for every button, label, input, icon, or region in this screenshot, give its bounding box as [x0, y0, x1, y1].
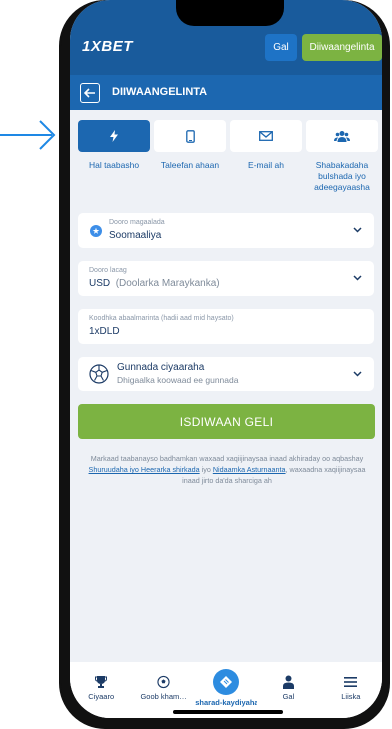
country-select[interactable]: Dooro magaalada Soomaaliya: [78, 213, 374, 248]
phone-mockup: 1XBET Gal Diiwaangelinta DIIWAANGELINTA: [59, 0, 392, 729]
back-button[interactable]: [80, 83, 100, 103]
promo-code-input[interactable]: 1xDLD: [89, 326, 120, 337]
privacy-link[interactable]: Nidaamka Asturnaanta: [213, 465, 286, 474]
terms-link[interactable]: Shuruudaha iyo Heerarka shirkada: [89, 465, 200, 474]
register-button[interactable]: Diiwaangelinta: [302, 34, 382, 61]
people-icon: [334, 131, 350, 142]
phone-notch: [176, 0, 284, 26]
currency-label: Dooro lacag: [89, 267, 127, 274]
tab-one-click[interactable]: [78, 120, 150, 152]
nav-sports[interactable]: Ciyaaro: [70, 662, 132, 718]
country-value: Soomaaliya: [109, 230, 162, 241]
phone-screen: 1XBET Gal Diiwaangelinta DIIWAANGELINTA: [70, 0, 382, 718]
phone-icon: [185, 129, 195, 143]
globe-flag-icon: [90, 225, 102, 237]
currency-name: (Doolarka Maraykanka): [115, 278, 220, 289]
tab-phone[interactable]: [154, 120, 226, 152]
trophy-icon: [95, 676, 108, 688]
login-button[interactable]: Gal: [265, 34, 297, 61]
register-submit-button[interactable]: ISDIWAAN GELI: [78, 404, 375, 439]
home-indicator: [173, 710, 283, 714]
pointer-arrow-icon: [0, 120, 56, 150]
envelope-icon: [259, 131, 273, 141]
bonus-title: Gunnada ciyaaraha: [117, 362, 205, 373]
terms-text: Markaad taabanayso badhamkan waxaad xaqi…: [88, 454, 366, 485]
promo-code-label: Koodhka abaalmarinta (hadii aad mid hays…: [89, 315, 234, 322]
currency-code: USD: [89, 278, 111, 289]
registration-method-tabs: [78, 120, 378, 152]
currency-select[interactable]: Dooro lacag USD (Doolarka Maraykanka): [78, 261, 374, 296]
ticket-icon: [220, 676, 233, 688]
country-label: Dooro magaalada: [109, 219, 165, 226]
currency-value: USD (Doolarka Maraykanka): [89, 278, 220, 289]
menu-icon: [344, 677, 358, 687]
user-icon: [282, 675, 294, 689]
tab-label-social[interactable]: Shabakadaha bulshada iyo adeegayaasha: [306, 160, 378, 193]
promo-code-field[interactable]: Koodhka abaalmarinta (hadii aad mid hays…: [78, 309, 374, 344]
tab-label-email[interactable]: E-mail ah: [230, 160, 302, 193]
chevron-down-icon: [353, 227, 362, 233]
tab-labels: Hal taabasho Taleefan ahaan E-mail ah Sh…: [78, 160, 378, 193]
tab-social[interactable]: [306, 120, 378, 152]
tab-email[interactable]: [230, 120, 302, 152]
bonus-select[interactable]: Gunnada ciyaaraha Dhigaalka koowaad ee g…: [78, 357, 374, 391]
page-header: DIIWAANGELINTA: [70, 75, 382, 110]
tab-label-one-click[interactable]: Hal taabasho: [78, 160, 150, 193]
chevron-down-icon: [353, 275, 362, 281]
betslip-bubble: [213, 669, 240, 695]
arrow-left-icon: [84, 88, 95, 98]
lightning-icon: [110, 130, 118, 142]
nav-menu[interactable]: Liiska: [320, 662, 382, 718]
page-title: DIIWAANGELINTA: [112, 86, 208, 98]
soccer-ball-icon: [89, 364, 109, 384]
brand-logo[interactable]: 1XBET: [82, 38, 133, 55]
tab-label-phone[interactable]: Taleefan ahaan: [154, 160, 226, 193]
chevron-down-icon: [353, 371, 362, 377]
soccer-ball-icon: [157, 675, 170, 689]
bonus-subtitle: Dhigaalka koowaad ee gunnada: [117, 375, 239, 385]
